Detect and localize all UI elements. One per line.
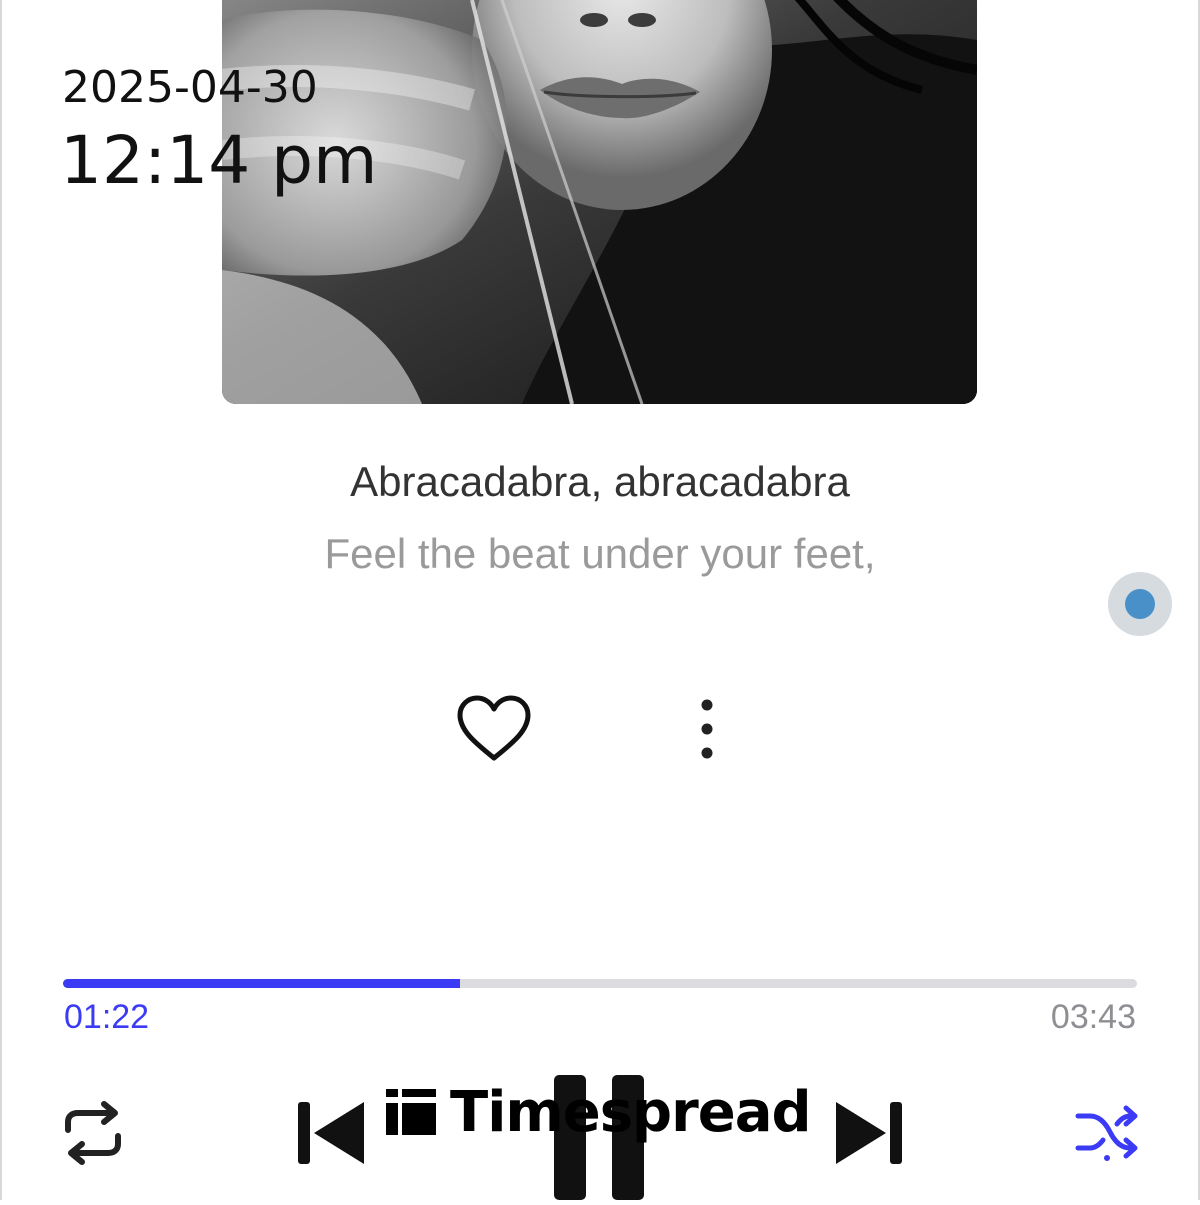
overlay-date: 2025-04-30 xyxy=(62,62,318,113)
album-art xyxy=(222,0,977,404)
shuffle-icon xyxy=(1075,1105,1138,1161)
lyric-next-line: Feel the beat under your feet, xyxy=(324,530,876,577)
timespread-logo-icon xyxy=(386,1089,436,1135)
heart-icon xyxy=(457,695,531,761)
more-options-button[interactable] xyxy=(688,696,726,762)
repeat-button[interactable] xyxy=(60,1100,126,1166)
elapsed-time: 01:22 xyxy=(64,998,150,1036)
total-time: 03:43 xyxy=(1050,998,1136,1036)
skip-previous-icon xyxy=(298,1102,364,1164)
more-vertical-icon xyxy=(701,699,713,759)
overlay-time: 12:14 pm xyxy=(60,122,378,199)
like-button[interactable] xyxy=(456,694,532,764)
watermark-text: Timespread xyxy=(450,1079,812,1145)
watermark: Timespread xyxy=(386,1079,812,1145)
lyric-current-line: Abracadabra, abracadabra xyxy=(350,458,850,505)
assistive-touch-dot-icon xyxy=(1125,589,1155,619)
next-button[interactable] xyxy=(834,1098,904,1168)
progress-bar[interactable] xyxy=(63,979,1137,988)
progress-fill xyxy=(63,979,461,988)
skip-next-icon xyxy=(836,1102,902,1164)
previous-button[interactable] xyxy=(296,1098,366,1168)
album-art-image xyxy=(222,0,977,404)
screen-edge-left xyxy=(0,0,2,1200)
shuffle-button[interactable] xyxy=(1074,1104,1140,1162)
repeat-icon xyxy=(65,1101,121,1165)
assistive-touch-button[interactable] xyxy=(1108,572,1172,636)
